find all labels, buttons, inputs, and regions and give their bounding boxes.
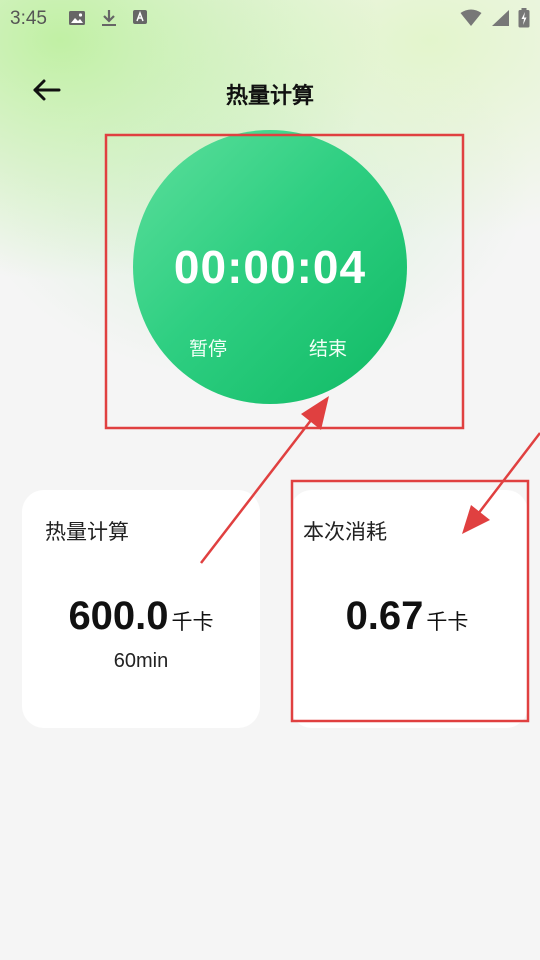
this-consumption-value: 0.67 [345, 594, 424, 638]
image-icon [68, 9, 86, 27]
this-consumption-unit: 千卡 [426, 610, 469, 634]
calorie-calc-value: 600.0 [68, 594, 169, 638]
this-consumption-card: 本次消耗 0.67 千卡 [290, 490, 528, 728]
status-time: 3:45 [10, 8, 47, 29]
timer-circle: 00:00:04 暂停 结束 [133, 130, 407, 404]
end-button[interactable]: 结束 [309, 334, 347, 361]
status-bar: 3:45 [0, 0, 540, 36]
calorie-calc-value-row: 600.0 千卡 [22, 594, 260, 639]
text-a-icon [132, 9, 148, 27]
wifi-icon [460, 9, 482, 27]
this-consumption-title: 本次消耗 [303, 520, 387, 544]
pause-button[interactable]: 暂停 [189, 334, 227, 361]
calorie-calc-card: 热量计算 600.0 千卡 60min [22, 490, 260, 728]
app-header: 热量计算 [0, 64, 540, 120]
this-consumption-value-row: 0.67 千卡 [288, 594, 526, 639]
calorie-calc-title: 热量计算 [45, 520, 129, 544]
calorie-calc-unit: 千卡 [171, 610, 214, 634]
signal-icon [490, 9, 510, 27]
timer-display: 00:00:04 [173, 241, 367, 293]
download-icon [100, 9, 118, 27]
calorie-calc-duration: 60min [113, 650, 169, 672]
battery-icon [518, 8, 530, 28]
page-title: 热量计算 [225, 84, 314, 109]
